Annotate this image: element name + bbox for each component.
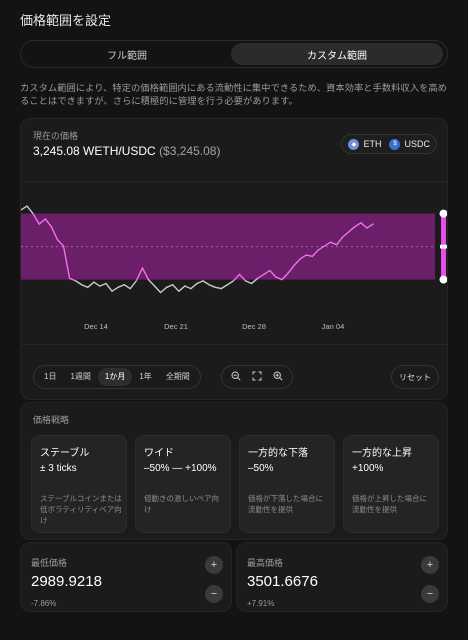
custom-range-button[interactable]: カスタム範囲 bbox=[231, 43, 443, 65]
price-line-segment bbox=[190, 282, 198, 290]
tf-1w[interactable]: 1週間 bbox=[63, 368, 97, 386]
x-tick-label: Jan 04 bbox=[322, 322, 345, 331]
max-price-decrease-button[interactable]: − bbox=[421, 585, 439, 603]
price-line-segment bbox=[220, 284, 229, 290]
price-line-segment bbox=[226, 280, 235, 286]
strategy-card-title: 一方的な上昇 bbox=[352, 448, 412, 459]
price-line-segment bbox=[244, 280, 253, 285]
strategy-card-title: ステーブル bbox=[40, 448, 90, 459]
price-line-segment bbox=[99, 282, 107, 287]
page-title: 価格範囲を設定 bbox=[20, 13, 112, 28]
token-usdc[interactable]: $ USDC bbox=[389, 138, 430, 150]
price-line-segment bbox=[87, 281, 95, 289]
zoom-out-icon[interactable] bbox=[227, 370, 245, 384]
max-price-box: 最高価格 3501.6676 +7.91% + − bbox=[236, 542, 448, 612]
price-line-segment bbox=[123, 284, 131, 290]
full-range-button[interactable]: フル範囲 bbox=[24, 43, 230, 65]
strategy-card-title: ワイド bbox=[144, 448, 174, 459]
strategy-card-title: 一方的な下落 bbox=[248, 448, 308, 459]
strategy-card-desc: ステーブルコインまたは低ボラティリティペア向け bbox=[40, 494, 122, 525]
price-line-segment bbox=[147, 278, 156, 287]
price-line-segment bbox=[159, 286, 168, 294]
current-price-marker bbox=[440, 244, 447, 249]
range-description: カスタム範囲により、特定の価格範囲内にある流動性に集中できるため、資本効率と手数… bbox=[20, 83, 447, 106]
min-price-handle bbox=[439, 275, 447, 284]
price-line-segment bbox=[172, 284, 180, 292]
token-selector: ◆ ETH $ USDC bbox=[341, 134, 437, 154]
tf-all[interactable]: 全期間 bbox=[159, 368, 197, 386]
token-usdc-label: USDC bbox=[404, 139, 430, 149]
price-line-segment bbox=[105, 282, 113, 292]
x-tick-label: Dec 14 bbox=[84, 322, 108, 331]
tf-1d[interactable]: 1日 bbox=[37, 368, 63, 386]
zoom-in-icon[interactable] bbox=[269, 370, 287, 384]
eth-icon: ◆ bbox=[348, 138, 360, 150]
fit-icon[interactable] bbox=[248, 371, 266, 384]
timeframe-selector: 1日 1週間 1か月 1年 全期間 bbox=[33, 365, 201, 389]
zoom-controls bbox=[221, 365, 293, 389]
current-price-usd: ($3,245.08) bbox=[159, 144, 221, 158]
price-line-segment bbox=[214, 286, 222, 290]
min-price-box: 最低価格 2989.9218 -7.86% + − bbox=[20, 542, 232, 612]
strategy-card-desc: 価格が上昇した場合に流動性を提供 bbox=[352, 494, 427, 514]
price-line-segment bbox=[208, 284, 216, 289]
max-price-label: 最高価格 bbox=[247, 558, 284, 568]
price-line-segment bbox=[178, 285, 186, 292]
price-chart-svg[interactable]: Dec 14 Dec 21 Dec 28 Jan 04 bbox=[21, 182, 448, 332]
max-price-increase-button[interactable]: + bbox=[421, 556, 439, 574]
price-chart-panel: 現在の価格 3,245.08 WETH/USDC ($3,245.08) ◆ E… bbox=[20, 118, 448, 400]
price-line-segment bbox=[80, 284, 89, 289]
strategy-title: 価格戦略 bbox=[33, 415, 70, 425]
tf-1y[interactable]: 1年 bbox=[132, 368, 158, 386]
price-line-segment bbox=[111, 286, 119, 292]
price-chart: Dec 14 Dec 21 Dec 28 Jan 04 bbox=[21, 181, 448, 332]
min-price-increase-button[interactable]: + bbox=[205, 556, 223, 574]
price-line-segment bbox=[202, 280, 210, 286]
max-price-handle bbox=[439, 209, 447, 218]
price-line-segment bbox=[196, 280, 204, 285]
strategy-card-value: –50% bbox=[248, 463, 274, 474]
max-price-pct: +7.91% bbox=[247, 599, 275, 608]
price-line-segment bbox=[93, 281, 101, 287]
strategy-card-value: +100% bbox=[352, 463, 384, 474]
price-line-segment bbox=[26, 205, 34, 215]
strategy-card-stable[interactable]: ステーブル ± 3 ticks ステーブルコインまたは低ボラティリティペア向け bbox=[31, 435, 127, 533]
strategy-card-bearish[interactable]: 一方的な下落 –50% 価格が下落した場合に流動性を提供 bbox=[239, 435, 335, 533]
min-price-label: 最低価格 bbox=[31, 558, 68, 568]
price-line-segment bbox=[153, 285, 162, 294]
min-price-decrease-button[interactable]: − bbox=[205, 585, 223, 603]
price-strategy-panel: 価格戦略 ステーブル ± 3 ticks ステーブルコインまたは低ボラティリティ… bbox=[20, 402, 448, 540]
strategy-card-value: –50% — +100% bbox=[144, 463, 217, 474]
min-price-pct: -7.86% bbox=[31, 599, 57, 608]
current-price-value: 3,245.08 WETH/USDC ($3,245.08) bbox=[33, 144, 220, 158]
chart-controls: 1日 1週間 1か月 1年 全期間 リセット bbox=[21, 344, 447, 399]
price-line-segment bbox=[74, 280, 83, 286]
price-line-segment bbox=[129, 280, 138, 290]
token-eth[interactable]: ◆ ETH bbox=[348, 138, 382, 150]
token-eth-label: ETH bbox=[363, 139, 382, 149]
price-line-segment bbox=[117, 284, 125, 289]
strategy-card-wide[interactable]: ワイド –50% — +100% 値動きの激しいペア向け bbox=[135, 435, 231, 533]
current-price-label: 現在の価格 bbox=[33, 131, 79, 141]
strategy-card-value: ± 3 ticks bbox=[40, 463, 77, 474]
range-mode-toggle: フル範囲 カスタム範囲 bbox=[20, 40, 448, 68]
price-line-segment bbox=[21, 205, 28, 211]
reset-button[interactable]: リセット bbox=[391, 365, 439, 389]
strategy-card-desc: 価格が下落した場合に流動性を提供 bbox=[248, 494, 323, 514]
range-settings-panel: 価格範囲を設定 フル範囲 カスタム範囲 カスタム範囲により、特定の価格範囲内にあ… bbox=[0, 0, 468, 640]
strategy-card-desc: 値動きの激しいペア向け bbox=[144, 494, 219, 514]
max-price-value[interactable]: 3501.6676 bbox=[247, 573, 318, 590]
x-tick-label: Dec 21 bbox=[164, 322, 188, 331]
strategy-card-bullish[interactable]: 一方的な上昇 +100% 価格が上昇した場合に流動性を提供 bbox=[343, 435, 439, 533]
tf-1m[interactable]: 1か月 bbox=[97, 368, 133, 386]
current-price-pair: 3,245.08 WETH/USDC bbox=[33, 144, 156, 158]
price-line-segment bbox=[184, 285, 192, 290]
usdc-icon: $ bbox=[389, 138, 401, 150]
x-tick-label: Dec 28 bbox=[242, 322, 266, 331]
min-price-value[interactable]: 2989.9218 bbox=[31, 573, 102, 590]
price-line-segment bbox=[165, 284, 174, 289]
